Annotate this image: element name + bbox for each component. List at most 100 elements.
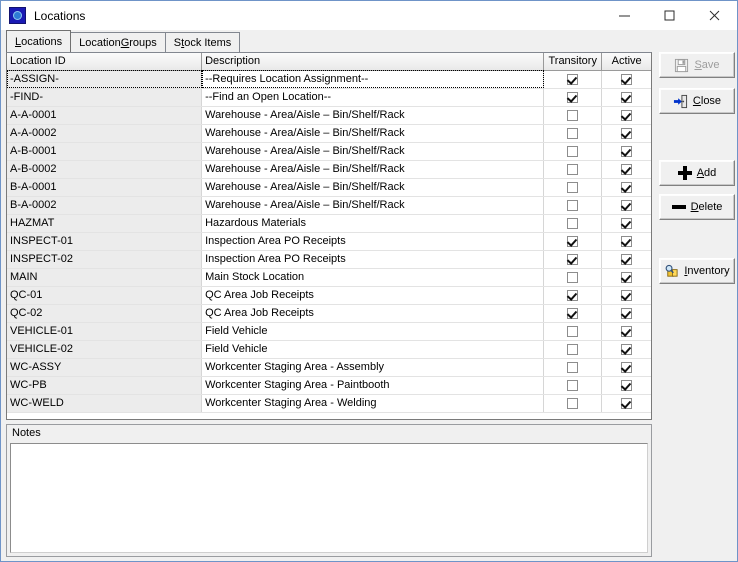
checkbox-transitory[interactable] — [567, 91, 579, 103]
checkbox-active[interactable] — [621, 127, 633, 139]
tab-location-groups[interactable]: Location Groups — [70, 32, 166, 52]
cell-active[interactable] — [601, 214, 651, 233]
cell-location-id[interactable]: HAZMAT — [7, 214, 203, 233]
checkbox-active[interactable] — [621, 397, 633, 409]
cell-transitory[interactable] — [543, 232, 603, 251]
cell-transitory[interactable] — [543, 70, 603, 89]
table-row[interactable]: -ASSIGN- --Requires Location Assignment-- — [7, 70, 651, 89]
cell-active[interactable] — [601, 70, 651, 89]
cell-location-id[interactable]: -ASSIGN- — [7, 70, 203, 89]
cell-active[interactable] — [601, 268, 651, 287]
cell-location-id[interactable]: A-B-0002 — [7, 160, 203, 179]
cell-active[interactable] — [601, 106, 651, 125]
cell-location-id[interactable]: A-A-0002 — [7, 124, 203, 143]
checkbox-active[interactable] — [621, 379, 633, 391]
cell-location-id[interactable]: VEHICLE-01 — [7, 322, 203, 341]
cell-description[interactable]: Main Stock Location — [201, 268, 545, 287]
checkbox-active[interactable] — [621, 217, 633, 229]
cell-description[interactable]: Warehouse - Area/Aisle – Bin/Shelf/Rack — [201, 160, 545, 179]
cell-location-id[interactable]: B-A-0001 — [7, 178, 203, 197]
checkbox-active[interactable] — [621, 289, 633, 301]
cell-transitory[interactable] — [543, 214, 603, 233]
checkbox-active[interactable] — [621, 253, 633, 265]
cell-transitory[interactable] — [543, 160, 603, 179]
table-row[interactable]: WC-ASSY Workcenter Staging Area - Assembl… — [7, 358, 651, 377]
table-row[interactable]: A-A-0001 Warehouse - Area/Aisle – Bin/She… — [7, 106, 651, 125]
cell-transitory[interactable] — [543, 124, 603, 143]
checkbox-transitory[interactable] — [567, 379, 579, 391]
cell-location-id[interactable]: INSPECT-02 — [7, 250, 203, 269]
table-row[interactable]: WC-WELD Workcenter Staging Area - Welding — [7, 394, 651, 413]
checkbox-transitory[interactable] — [567, 73, 579, 85]
cell-transitory[interactable] — [543, 142, 603, 161]
notes-input[interactable] — [10, 443, 648, 553]
minimize-icon[interactable] — [602, 1, 647, 30]
table-row[interactable]: QC-01 QC Area Job Receipts — [7, 286, 651, 305]
tab-stock-items[interactable]: St ock Items — [164, 32, 241, 52]
save-button[interactable]: Save — [659, 52, 735, 78]
cell-transitory[interactable] — [543, 376, 603, 395]
delete-button[interactable]: Delete — [659, 194, 735, 220]
cell-active[interactable] — [601, 394, 651, 413]
cell-location-id[interactable]: QC-02 — [7, 304, 203, 323]
cell-description[interactable]: QC Area Job Receipts — [201, 304, 545, 323]
cell-active[interactable] — [601, 322, 651, 341]
checkbox-transitory[interactable] — [567, 217, 579, 229]
table-row[interactable]: INSPECT-02 Inspection Area PO Receipts — [7, 250, 651, 269]
table-row[interactable]: A-B-0001 Warehouse - Area/Aisle – Bin/She… — [7, 142, 651, 161]
cell-transitory[interactable] — [543, 394, 603, 413]
column-header-transitory[interactable]: Transitory — [543, 53, 603, 71]
cell-transitory[interactable] — [543, 286, 603, 305]
cell-description[interactable]: Warehouse - Area/Aisle – Bin/Shelf/Rack — [201, 142, 545, 161]
checkbox-transitory[interactable] — [567, 253, 579, 265]
checkbox-transitory[interactable] — [567, 343, 579, 355]
cell-transitory[interactable] — [543, 178, 603, 197]
checkbox-transitory[interactable] — [567, 127, 579, 139]
cell-transitory[interactable] — [543, 106, 603, 125]
table-row[interactable]: A-A-0002 Warehouse - Area/Aisle – Bin/She… — [7, 124, 651, 143]
cell-location-id[interactable]: A-B-0001 — [7, 142, 203, 161]
cell-description[interactable]: QC Area Job Receipts — [201, 286, 545, 305]
cell-active[interactable] — [601, 160, 651, 179]
checkbox-transitory[interactable] — [567, 109, 579, 121]
table-row[interactable]: WC-PB Workcenter Staging Area - Paintboot… — [7, 376, 651, 395]
checkbox-transitory[interactable] — [567, 325, 579, 337]
cell-location-id[interactable]: -FIND- — [7, 88, 203, 107]
column-header-description[interactable]: Description — [201, 53, 545, 71]
cell-description[interactable]: Hazardous Materials — [201, 214, 545, 233]
cell-active[interactable] — [601, 304, 651, 323]
cell-description[interactable]: Inspection Area PO Receipts — [201, 250, 545, 269]
cell-active[interactable] — [601, 232, 651, 251]
checkbox-active[interactable] — [621, 271, 633, 283]
cell-transitory[interactable] — [543, 322, 603, 341]
table-row[interactable]: VEHICLE-01 Field Vehicle — [7, 322, 651, 341]
cell-description[interactable]: Inspection Area PO Receipts — [201, 232, 545, 251]
checkbox-active[interactable] — [621, 145, 633, 157]
table-row[interactable]: INSPECT-01 Inspection Area PO Receipts — [7, 232, 651, 251]
checkbox-active[interactable] — [621, 307, 633, 319]
cell-location-id[interactable]: WC-PB — [7, 376, 203, 395]
table-row[interactable]: VEHICLE-02 Field Vehicle — [7, 340, 651, 359]
column-header-active[interactable]: Active — [601, 53, 651, 71]
add-button[interactable]: Add — [659, 160, 735, 186]
cell-location-id[interactable]: WC-WELD — [7, 394, 203, 413]
cell-active[interactable] — [601, 196, 651, 215]
table-row[interactable]: -FIND- --Find an Open Location-- — [7, 88, 651, 107]
cell-description[interactable]: Warehouse - Area/Aisle – Bin/Shelf/Rack — [201, 178, 545, 197]
cell-location-id[interactable]: INSPECT-01 — [7, 232, 203, 251]
tab-locations[interactable]: Locations — [6, 30, 72, 52]
checkbox-active[interactable] — [621, 199, 633, 211]
checkbox-transitory[interactable] — [567, 361, 579, 373]
maximize-icon[interactable] — [647, 1, 692, 30]
checkbox-active[interactable] — [621, 109, 633, 121]
cell-description[interactable]: --Requires Location Assignment-- — [201, 70, 545, 89]
cell-description[interactable]: Warehouse - Area/Aisle – Bin/Shelf/Rack — [201, 106, 545, 125]
cell-description[interactable]: Field Vehicle — [201, 340, 545, 359]
checkbox-transitory[interactable] — [567, 199, 579, 211]
cell-transitory[interactable] — [543, 358, 603, 377]
cell-description[interactable]: Workcenter Staging Area - Paintbooth — [201, 376, 545, 395]
cell-location-id[interactable]: MAIN — [7, 268, 203, 287]
cell-active[interactable] — [601, 340, 651, 359]
cell-active[interactable] — [601, 88, 651, 107]
cell-location-id[interactable]: VEHICLE-02 — [7, 340, 203, 359]
